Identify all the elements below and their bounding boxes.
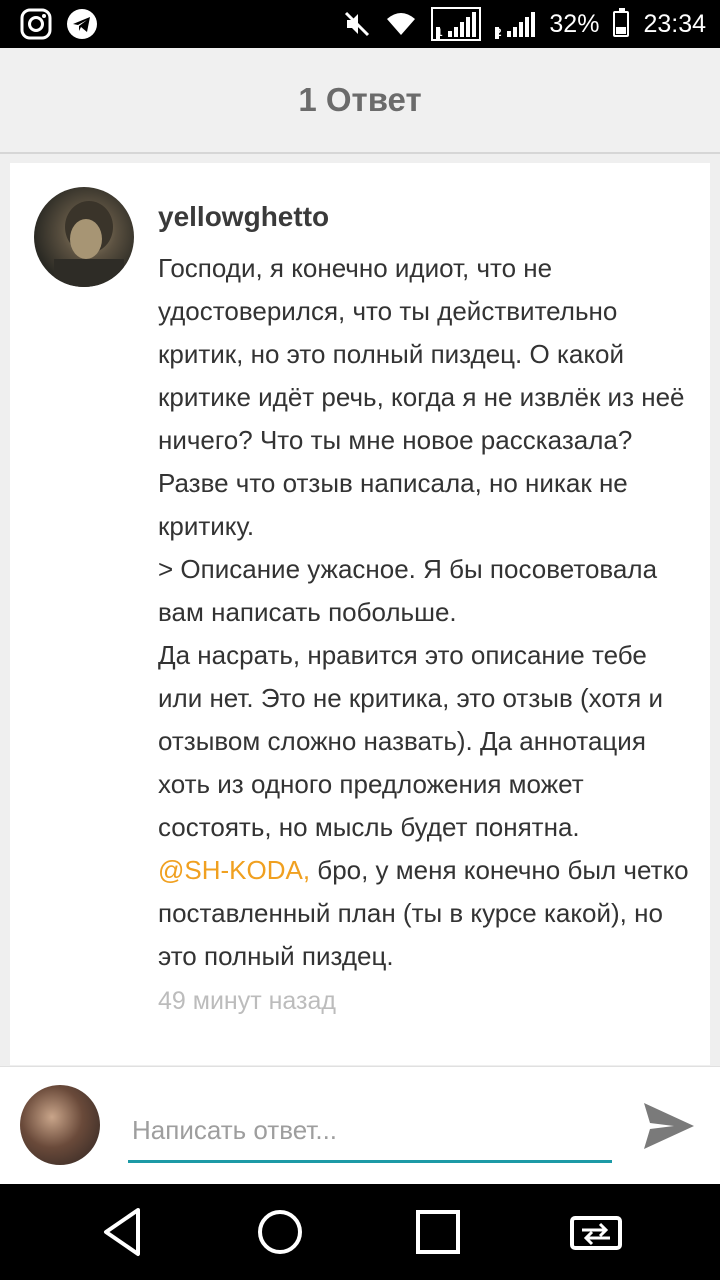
status-bar: 1 2 32% 23:34 <box>0 0 720 48</box>
switch-app-icon[interactable] <box>566 1204 626 1260</box>
comment-card: yellowghetto Господи, я конечно идиот, ч… <box>10 163 710 1065</box>
send-icon[interactable] <box>640 1097 698 1155</box>
avatar-image <box>54 201 124 287</box>
wifi-icon <box>387 13 416 35</box>
recent-apps-icon[interactable] <box>408 1204 468 1260</box>
app-header: 1 Ответ <box>0 48 720 154</box>
telegram-icon <box>67 9 97 39</box>
sim1-label: 1 <box>436 27 443 39</box>
comment-timestamp: 49 минут назад <box>158 987 336 1015</box>
current-user-avatar <box>20 1085 100 1165</box>
user-mention[interactable]: @SH-KODA, <box>158 855 310 885</box>
signal-sim1-icon: 1 <box>431 7 482 41</box>
mute-icon <box>345 11 370 37</box>
comment-text: Господи, я конечно идиот, что не удостов… <box>158 247 698 1023</box>
navigation-bar <box>0 1184 720 1280</box>
author-username[interactable]: yellowghetto <box>158 201 329 233</box>
sim2-label: 2 <box>495 27 502 39</box>
battery-percent: 32% <box>549 9 600 38</box>
clock: 23:34 <box>643 9 706 38</box>
author-avatar[interactable] <box>34 187 134 287</box>
home-icon[interactable] <box>250 1204 310 1260</box>
back-icon[interactable] <box>94 1204 154 1260</box>
instagram-icon <box>20 8 52 40</box>
page-title: 1 Ответ <box>298 81 422 118</box>
battery-icon <box>613 8 630 37</box>
reply-bar <box>0 1066 720 1185</box>
signal-sim2-icon: 2 <box>495 11 536 39</box>
reply-input[interactable] <box>128 1101 612 1163</box>
comment-body-text: Господи, я конечно идиот, что не удостов… <box>158 253 685 842</box>
